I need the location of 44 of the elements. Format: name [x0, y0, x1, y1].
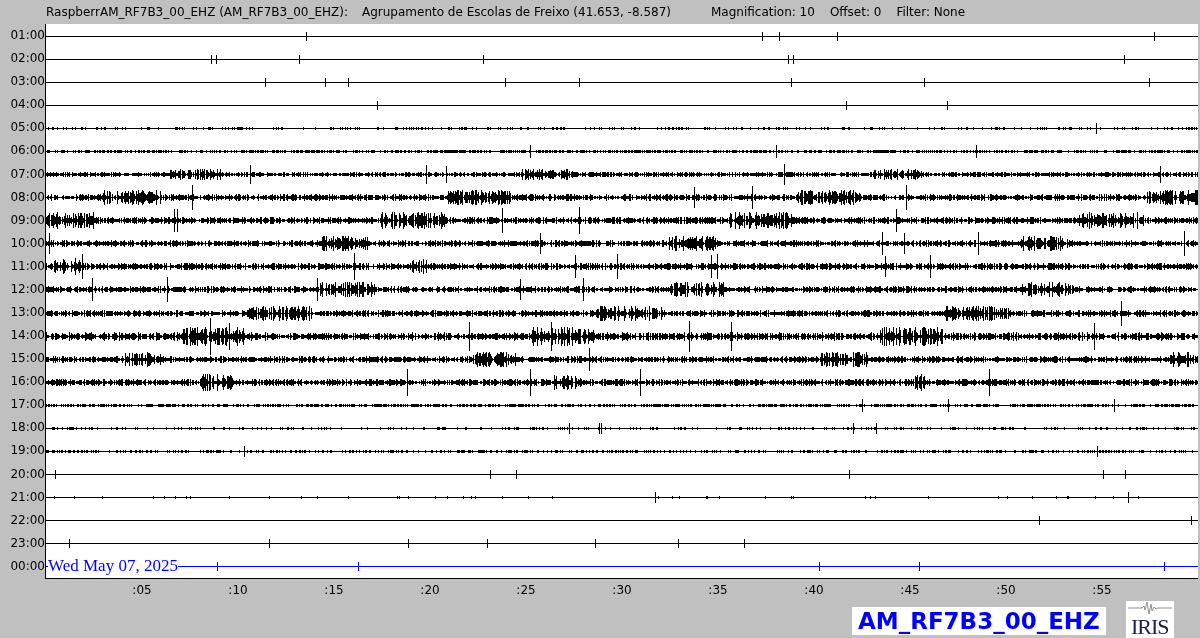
waveform-icon — [1127, 601, 1172, 615]
hour-label: 10:00 — [10, 236, 45, 250]
hour-label: 08:00 — [10, 190, 45, 204]
hour-label: 09:00 — [10, 213, 45, 227]
hour-label: 12:00 — [10, 282, 45, 296]
station-location: Agrupamento de Escolas de Freixo (41.653, -8.587) — [362, 5, 671, 19]
hour-label: 22:00 — [10, 513, 45, 527]
time-tick: :55 — [1092, 583, 1112, 597]
station-name: RaspberrAM_RF7B3_00_EHZ (AM_RF7B3_00_EHZ): — [46, 5, 348, 19]
hour-label: 21:00 — [10, 490, 45, 504]
hour-label: 05:00 — [10, 121, 45, 135]
hour-label: 01:00 — [10, 29, 45, 43]
hour-label: 18:00 — [10, 421, 45, 435]
date-label: Wed May 07, 2025 — [48, 557, 178, 575]
time-tick: :30 — [612, 583, 632, 597]
time-tick: :05 — [132, 583, 152, 597]
hour-label: 06:00 — [10, 144, 45, 158]
time-tick: :25 — [516, 583, 536, 597]
hour-label: 00:00 — [10, 559, 45, 573]
hour-label: 16:00 — [10, 375, 45, 389]
time-tick: :35 — [708, 583, 728, 597]
hour-label: 23:00 — [10, 536, 45, 550]
logo: IRIS — [1125, 601, 1174, 638]
magnification-label: Magnification: 10 — [711, 5, 815, 19]
hour-label: 19:00 — [10, 444, 45, 458]
offset-label: Offset: 0 — [829, 5, 882, 19]
hour-label: 03:00 — [10, 75, 45, 89]
hour-label: 17:00 — [10, 398, 45, 412]
channel-label: AM_RF7B3_00_EHZ — [852, 607, 1106, 635]
time-tick: :40 — [804, 583, 824, 597]
time-tick: :50 — [996, 583, 1016, 597]
hour-label: 07:00 — [10, 167, 45, 181]
hour-label: 04:00 — [10, 98, 45, 112]
hour-label: 20:00 — [10, 467, 45, 481]
hour-label: 02:00 — [10, 52, 45, 66]
time-tick: :45 — [900, 583, 920, 597]
time-tick: :15 — [324, 583, 344, 597]
hour-label: 15:00 — [10, 352, 45, 366]
hour-label: 14:00 — [10, 329, 45, 343]
hour-label: 13:00 — [10, 305, 45, 319]
time-tick: :10 — [228, 583, 248, 597]
hour-label: 11:00 — [10, 259, 45, 273]
time-tick: :20 — [420, 583, 440, 597]
filter-label: Filter: None — [896, 5, 966, 19]
